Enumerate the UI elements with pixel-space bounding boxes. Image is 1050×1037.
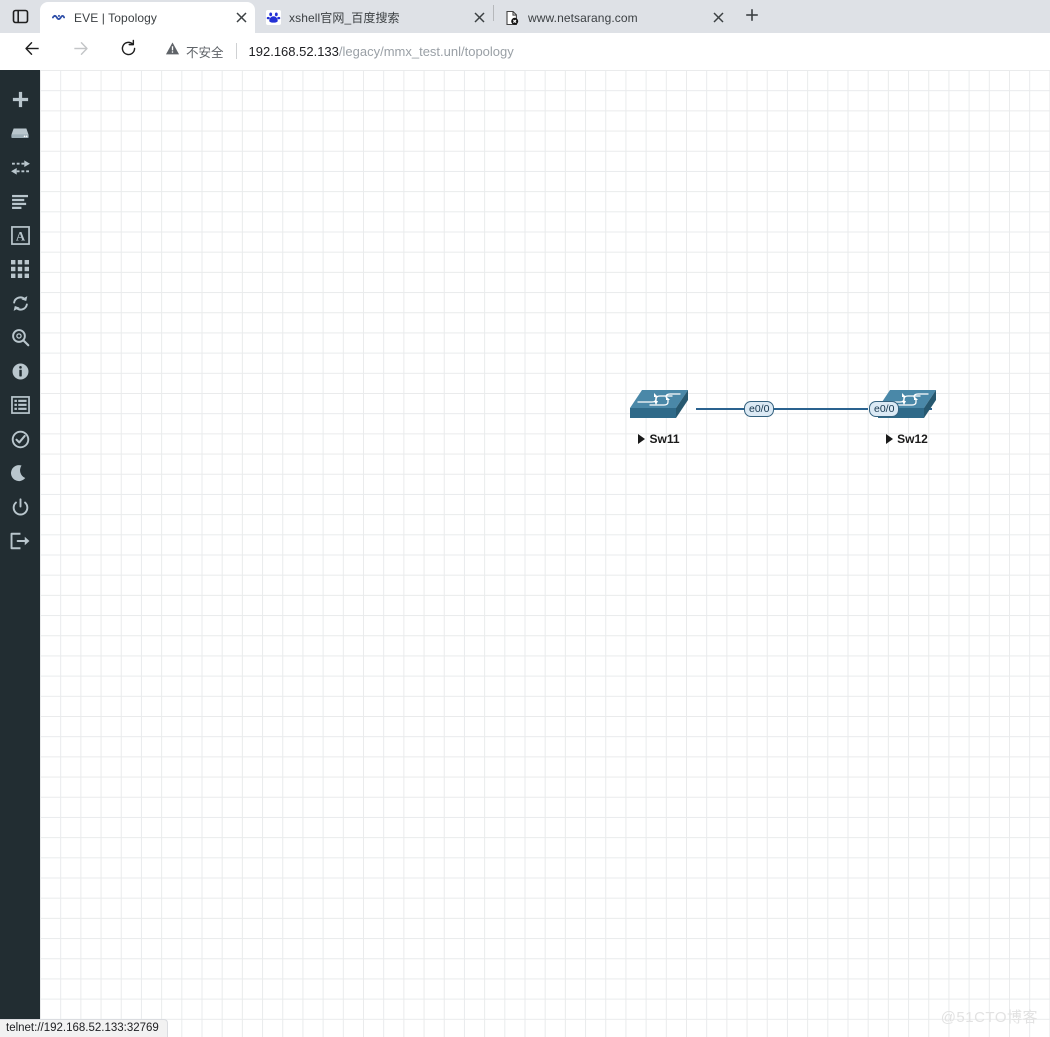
sidebar-item-networks[interactable]: [0, 150, 40, 184]
node-name: Sw12: [897, 432, 928, 446]
omnibox-divider: [235, 43, 237, 59]
reload-button[interactable]: [112, 35, 144, 67]
link-status-bar: telnet://192.168.52.133:32769: [0, 1019, 168, 1037]
sidebar-item-dark-mode[interactable]: [0, 456, 40, 490]
sidebar-item-nodes[interactable]: [0, 116, 40, 150]
tab-list-icon: [12, 8, 29, 25]
check-circle-icon: [11, 430, 30, 449]
server-icon: [10, 125, 30, 141]
sidebar-item-zoom[interactable]: [0, 320, 40, 354]
grid-icon: [11, 260, 29, 278]
node-label-sw12: Sw12: [876, 432, 938, 446]
url-host: 192.168.52.133: [248, 43, 339, 59]
document-error-icon: [504, 10, 520, 26]
start-node-icon[interactable]: [638, 434, 646, 444]
warning-triangle-icon: [165, 41, 180, 61]
sidebar-item-startup-configs[interactable]: [0, 184, 40, 218]
power-icon: [11, 497, 30, 517]
tab-title: xshell官网_百度搜索: [289, 11, 400, 25]
reload-icon: [119, 39, 138, 63]
logout-icon: [10, 532, 30, 550]
back-arrow-icon: [23, 39, 42, 63]
tab-close-button[interactable]: [467, 6, 491, 30]
node-label-sw11: Sw11: [628, 432, 690, 446]
svg-text:A: A: [15, 229, 25, 243]
switch-icon: [628, 390, 690, 430]
back-button[interactable]: [16, 35, 48, 67]
sidebar-item-lab-details[interactable]: [0, 354, 40, 388]
text-a-icon: A: [10, 225, 30, 245]
node-name: Sw11: [649, 432, 680, 446]
security-status[interactable]: 不安全: [165, 41, 224, 61]
info-icon: [11, 362, 30, 381]
sidebar-item-close-lab[interactable]: [0, 490, 40, 524]
topology-node-sw12[interactable]: Sw12: [876, 388, 938, 446]
address-bar[interactable]: 不安全 192.168.52.133/legacy/mmx_test.unl/t…: [155, 37, 1044, 65]
plus-icon: [11, 90, 30, 109]
sidebar-item-logout[interactable]: [0, 524, 40, 558]
browser-window: EVE | Topology xshell官网_百度搜索 www.netsara…: [0, 0, 1050, 1037]
topology-links: [696, 408, 932, 410]
tab-strip: EVE | Topology xshell官网_百度搜索 www.netsara…: [0, 0, 1050, 33]
lines-icon: [11, 194, 30, 209]
tab-title: EVE | Topology: [74, 10, 158, 25]
plus-icon: [745, 8, 759, 27]
magnifier-icon: [11, 328, 30, 347]
start-node-icon[interactable]: [886, 434, 894, 444]
eve-sidebar: A: [0, 70, 40, 1037]
eve-logo-icon: [50, 10, 66, 26]
sidebar-item-lab-status[interactable]: [0, 422, 40, 456]
interface-label-sw12-e0-0[interactable]: e0/0: [869, 401, 900, 417]
sidebar-item-refresh-topology[interactable]: [0, 286, 40, 320]
sidebar-item-text-objects[interactable]: A: [0, 218, 40, 252]
url-path: /legacy/mmx_test.unl/topology: [338, 43, 514, 59]
topology-node-sw11[interactable]: Sw11: [628, 388, 690, 446]
network-icon: [10, 159, 31, 176]
forward-arrow-icon: [71, 39, 90, 63]
tab-close-button[interactable]: [229, 6, 253, 30]
refresh-icon: [11, 294, 30, 313]
baidu-icon: [265, 10, 281, 26]
page-content: A Sw11 Sw12 e0/0 e0/0 @51CTO博客 telnet://…: [0, 70, 1050, 1037]
forward-button: [64, 35, 96, 67]
moon-icon: [11, 464, 29, 483]
security-label: 不安全: [186, 45, 224, 60]
sidebar-item-status[interactable]: [0, 388, 40, 422]
interface-label-sw11-e0-0[interactable]: e0/0: [744, 401, 775, 417]
tab-netsarang[interactable]: www.netsarang.com: [494, 2, 732, 33]
topology-canvas[interactable]: Sw11 Sw12 e0/0 e0/0 @51CTO博客: [40, 70, 1050, 1037]
watermark: @51CTO博客: [940, 1009, 1038, 1026]
list-icon: [10, 396, 30, 414]
tab-close-button[interactable]: [706, 6, 730, 30]
sidebar-item-add-node[interactable]: [0, 82, 40, 116]
tab-xshell-baidu[interactable]: xshell官网_百度搜索: [255, 2, 493, 33]
url-text[interactable]: 192.168.52.133/legacy/mmx_test.unl/topol…: [249, 44, 514, 59]
new-tab-button[interactable]: [738, 3, 766, 31]
tab-eve-topology[interactable]: EVE | Topology: [40, 2, 255, 33]
sidebar-item-more-actions[interactable]: [0, 252, 40, 286]
browser-toolbar: 不安全 192.168.52.133/legacy/mmx_test.unl/t…: [0, 33, 1050, 70]
tab-title: www.netsarang.com: [528, 10, 638, 25]
tab-search-button[interactable]: [0, 0, 40, 33]
